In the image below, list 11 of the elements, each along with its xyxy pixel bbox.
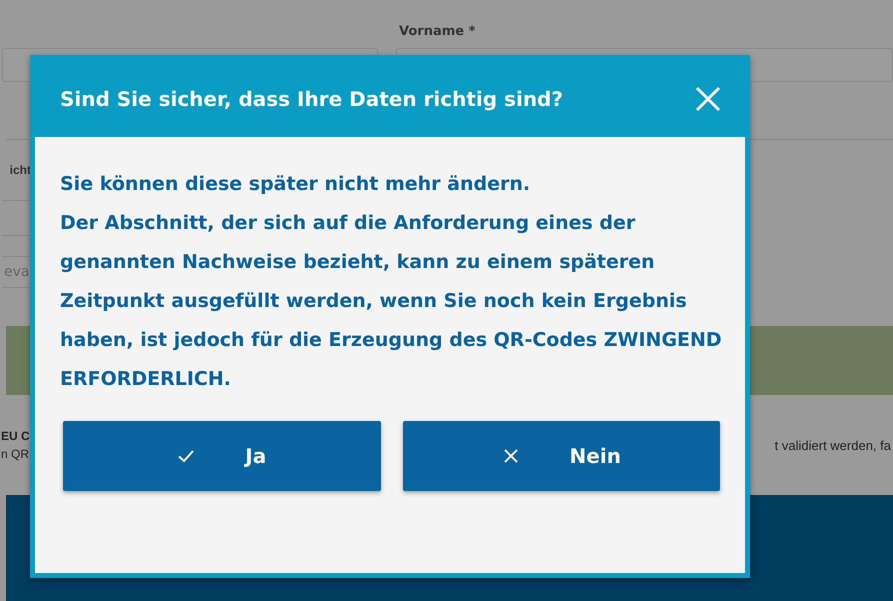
dialog-message: Der Abschnitt, der sich auf die Anforderung eines der genannten Nachweise bezieht, kann zu einem späteren Zeitpunkt ausgefüllt werden, wenn Sie noch kein Ergebnis haben, ist jedoch für die Erzeugung des QR-Codes ZWINGEND ERFORDERLICH.: [60, 211, 723, 392]
close-icon: [502, 447, 520, 465]
notice-text: EU C: [1, 429, 30, 443]
notice-text: t validiert werden, fa: [774, 438, 891, 452]
field-label: icht: [10, 163, 31, 177]
notice-text: n QR: [1, 447, 30, 461]
cancel-button[interactable]: Nein: [402, 421, 720, 491]
dialog-title: Sind Sie sicher, dass Ihre Daten richtig sind?: [60, 86, 563, 110]
dialog-message: Sie können diese später nicht mehr ändern.: [60, 172, 532, 197]
field-label: Vorname *: [399, 24, 476, 41]
confirm-button[interactable]: Ja: [63, 421, 380, 491]
